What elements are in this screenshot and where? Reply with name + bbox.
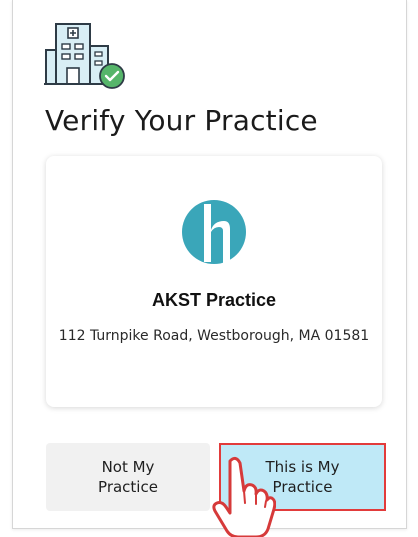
page-title: Verify Your Practice <box>45 104 318 137</box>
not-my-practice-button[interactable]: Not My Practice <box>46 443 210 511</box>
practice-card: AKST Practice 112 Turnpike Road, Westbor… <box>46 156 382 407</box>
practice-name: AKST Practice <box>151 290 277 310</box>
not-my-practice-label: Not My Practice <box>98 458 158 496</box>
hospital-verified-icon <box>44 16 130 98</box>
this-is-my-practice-label: This is My Practice <box>265 458 340 496</box>
practice-logo-icon <box>182 200 246 264</box>
this-is-my-practice-button[interactable]: This is My Practice <box>219 443 386 511</box>
practice-address: 112 Turnpike Road, Westborough, MA 01581 <box>58 328 370 344</box>
